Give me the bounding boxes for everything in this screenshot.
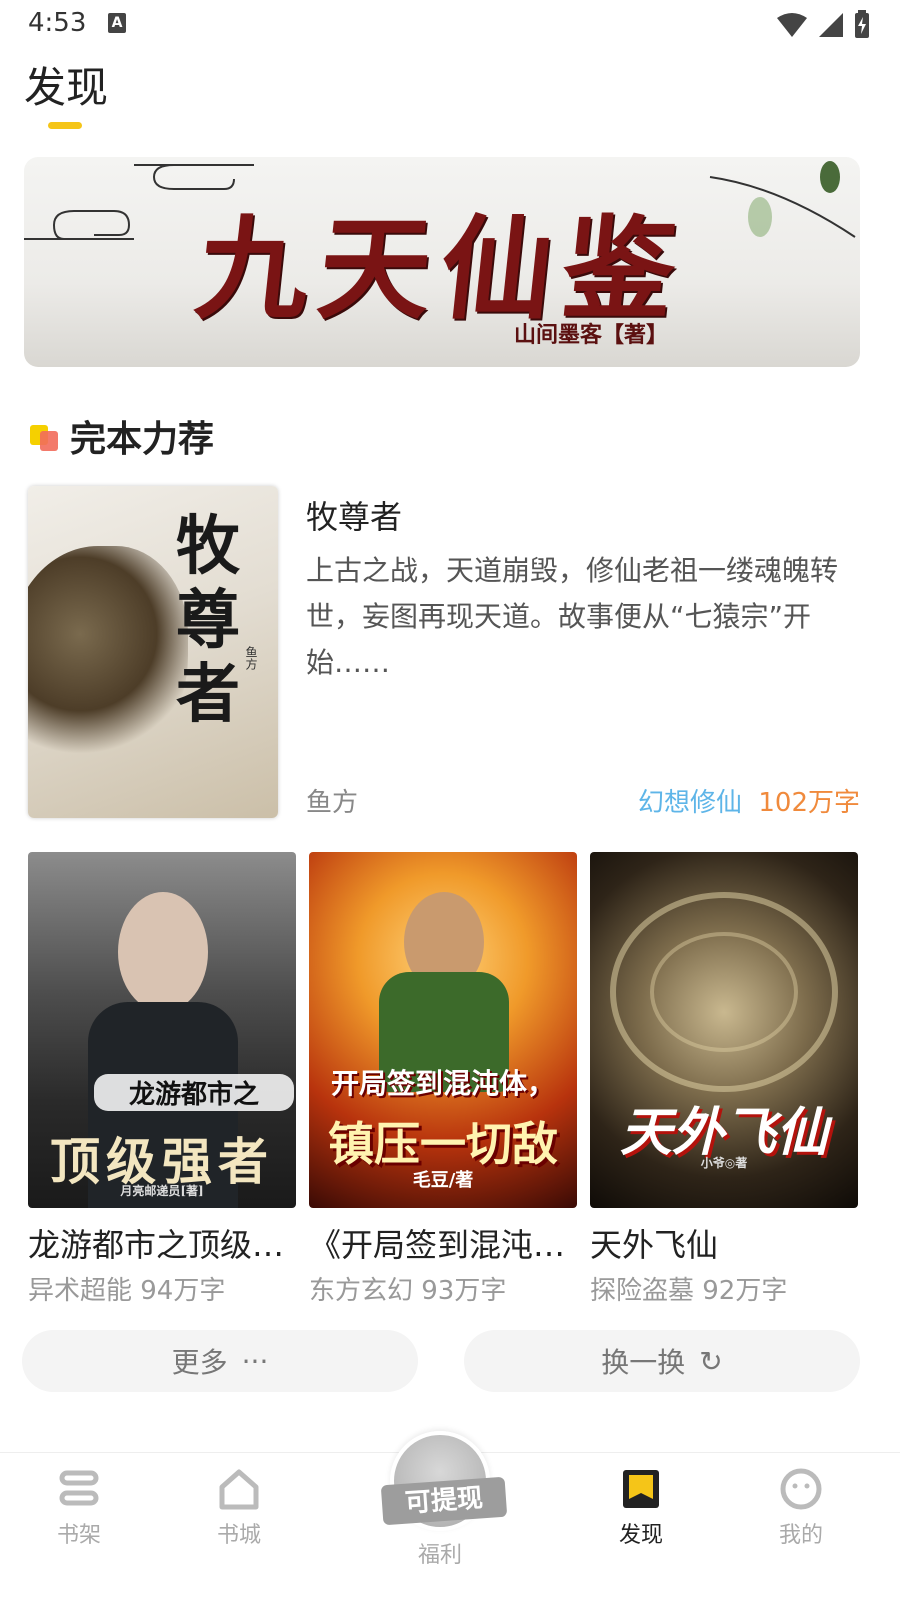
bottom-nav: 书架 书城 可提现 福利 发现 我的 — [0, 1431, 900, 1600]
bookstore-icon — [219, 1469, 259, 1510]
nav-label: 书架 — [56, 1523, 101, 1548]
cover-subtitle: 开局签到混沌体， — [330, 1067, 555, 1100]
profile-icon — [780, 1468, 822, 1510]
status-icons — [776, 10, 870, 38]
featured-book-title: 牧尊者 — [306, 498, 403, 536]
nav-label: 书城 — [216, 1523, 261, 1548]
cover-author-text: 鱼方 — [244, 646, 258, 670]
status-time: 4:53 — [28, 8, 87, 38]
banner-author: 山间墨客【著】 — [514, 322, 669, 348]
featured-book-cover[interactable]: 牧尊者 鱼方 — [28, 486, 278, 818]
more-button[interactable]: 更多 ··· — [22, 1330, 418, 1392]
cover-dragon-art — [28, 546, 188, 766]
book-meta: 东方玄幻 93万字 — [309, 1276, 507, 1306]
cover-author: 小爷◎著 — [700, 1156, 748, 1170]
book-meta: 探险盗墓 92万字 — [590, 1276, 788, 1306]
cover-author: 毛豆/著 — [412, 1170, 474, 1191]
refresh-icon: ↻ — [699, 1344, 723, 1378]
promo-banner[interactable]: 九天仙鉴 山间墨客【著】 — [24, 157, 860, 367]
featured-book-description: 上古之战，天道崩毁，修仙老祖一缕魂魄转世，妄图再现天道。故事便从“七猿宗”开始…… — [306, 554, 839, 679]
nav-label: 发现 — [618, 1523, 663, 1548]
section-tag-icon — [28, 419, 62, 453]
cover-author: 月亮邮递员[著] — [120, 1184, 204, 1198]
more-icon: ··· — [241, 1344, 269, 1378]
battery-icon — [855, 10, 869, 38]
book-title: 天外飞仙 — [590, 1226, 719, 1264]
banner-title: 九天仙鉴 — [190, 204, 692, 335]
cover-title-text: 牧尊者 — [176, 509, 240, 732]
book-cover[interactable]: 龙游都市之 顶级强者 月亮邮递员[著] — [28, 852, 296, 1208]
section-header: 完本力荐 — [28, 414, 214, 460]
signal-icon — [819, 13, 843, 37]
book-card[interactable]: 开局签到混沌体， 镇压一切敌 毛豆/著 《开局签到混沌体，镇压一切敌》 东方玄幻… — [309, 852, 579, 1308]
page-title: 发现 — [24, 63, 109, 112]
book-grid: 龙游都市之 顶级强者 月亮邮递员[著] 龙游都市之顶级强者 异术超能 94万字 … — [28, 852, 860, 1308]
book-meta: 异术超能 94万字 — [28, 1276, 226, 1306]
refresh-button[interactable]: 换一换 ↻ — [464, 1330, 860, 1392]
nav-item-bookstore[interactable]: 书城 — [184, 1467, 294, 1549]
wifi-icon — [777, 13, 807, 37]
cover-title: 镇压一切敌 — [328, 1117, 558, 1171]
featured-book-genre: 幻想修仙 — [637, 788, 742, 818]
nav-item-discover[interactable]: 发现 — [586, 1467, 696, 1549]
cover-subtitle: 龙游都市之 — [94, 1074, 294, 1111]
book-cover[interactable]: 天外飞仙 小爷◎著 — [590, 852, 858, 1208]
featured-book[interactable]: 牧尊者 鱼方 牧尊者 上古之战，天道崩毁，修仙老祖一缕魂魄转世，妄图再现天道。故… — [28, 486, 860, 818]
accessibility-notification-icon: A — [108, 13, 126, 33]
nav-label: 我的 — [778, 1523, 823, 1548]
book-title: 龙游都市之顶级强者 — [28, 1226, 298, 1264]
nav-item-welfare[interactable]: 可提现 福利 — [380, 1431, 508, 1569]
refresh-button-label: 换一换 — [601, 1346, 686, 1379]
book-cover[interactable]: 开局签到混沌体， 镇压一切敌 毛豆/著 — [309, 852, 577, 1208]
featured-book-author: 鱼方 — [306, 788, 359, 818]
book-card[interactable]: 天外飞仙 小爷◎著 天外飞仙 探险盗墓 92万字 — [590, 852, 860, 1308]
book-title: 《开局签到混沌体，镇压一切敌》 — [309, 1226, 579, 1264]
book-card[interactable]: 龙游都市之 顶级强者 月亮邮递员[著] 龙游都市之顶级强者 异术超能 94万字 — [28, 852, 298, 1308]
featured-book-word-count: 102万字 — [758, 788, 860, 818]
nav-label: 福利 — [417, 1543, 462, 1568]
nav-item-profile[interactable]: 我的 — [746, 1467, 856, 1549]
status-bar: 4:53 A — [0, 0, 900, 48]
section-title: 完本力荐 — [70, 419, 215, 460]
withdraw-badge: 可提现 — [380, 1476, 508, 1526]
bookshelf-icon — [59, 1470, 99, 1506]
more-button-label: 更多 — [171, 1346, 228, 1379]
tab-indicator — [48, 122, 82, 129]
discover-icon — [623, 1470, 659, 1508]
nav-item-bookshelf[interactable]: 书架 — [24, 1467, 134, 1549]
withdraw-icon: 可提现 — [380, 1431, 508, 1531]
